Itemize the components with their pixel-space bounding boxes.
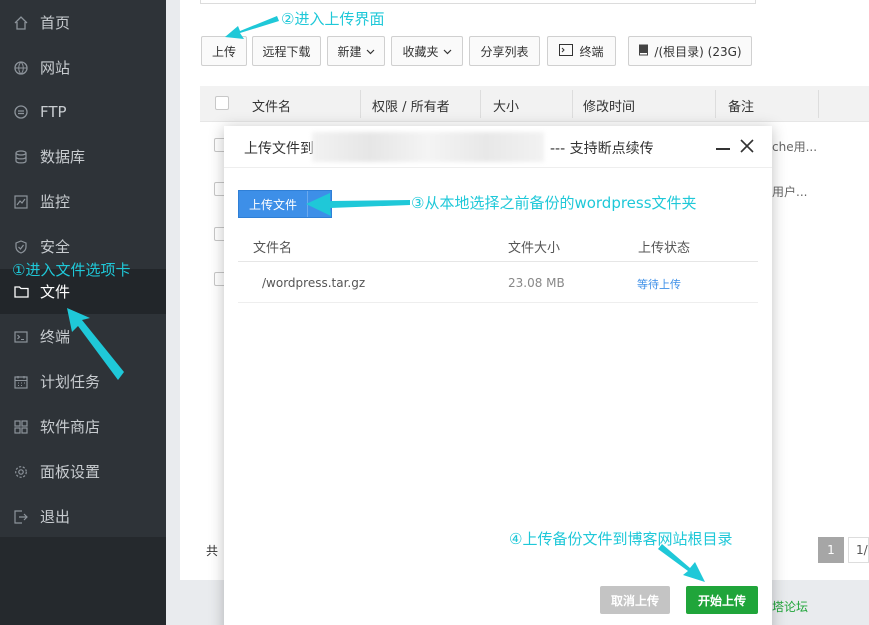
upload-table-header: 文件名 文件大小 上传状态 xyxy=(238,226,758,262)
blurred-path xyxy=(312,132,544,162)
minimize-icon[interactable] xyxy=(716,148,730,150)
favorites-button-label: 收藏夹 xyxy=(402,44,439,59)
upload-col-status: 上传状态 xyxy=(638,241,691,256)
sidebar-item-database[interactable]: 数据库 xyxy=(0,134,166,179)
pager-current[interactable]: 1 xyxy=(818,537,844,563)
sidebar-item-settings[interactable]: 面板设置 xyxy=(0,449,166,494)
share-list-button[interactable]: 分享列表 xyxy=(469,36,540,66)
favorites-button[interactable]: 收藏夹 xyxy=(391,36,463,66)
sidebar-item-label: 文件 xyxy=(40,283,71,301)
annotation-step-4: ④上传备份文件到博客网站根目录 xyxy=(509,530,733,548)
new-button[interactable]: 新建 xyxy=(327,36,385,66)
sidebar-item-label: 退出 xyxy=(40,508,71,526)
annotation-step-3: ③从本地选择之前备份的wordpress文件夹 xyxy=(411,194,697,212)
sidebar-item-label: 网站 xyxy=(40,59,71,77)
sidebar: 首页 网站 FTP 数据库 监控 安全 文件 终端 计划任务 软件商店 面板设置… xyxy=(0,0,166,625)
close-icon[interactable] xyxy=(738,136,756,156)
monitor-icon xyxy=(13,194,29,210)
row-note: 用户... xyxy=(772,185,808,199)
row-note: che用... xyxy=(772,140,818,154)
pager-next[interactable]: 1/ xyxy=(848,537,869,563)
select-all-checkbox[interactable] xyxy=(215,96,229,110)
terminal-button-label: 终端 xyxy=(579,44,604,59)
terminal-button[interactable]: 终端 xyxy=(547,36,616,66)
shield-icon xyxy=(13,239,29,255)
remote-download-button[interactable]: 远程下载 xyxy=(252,36,321,66)
sidebar-item-label: 监控 xyxy=(40,193,71,211)
col-size[interactable]: 大小 xyxy=(493,96,519,115)
dialog-title-suffix: --- 支持断点续传 xyxy=(550,141,654,157)
folder-icon xyxy=(13,284,29,300)
sidebar-item-label: 安全 xyxy=(40,238,71,256)
chevron-down-icon xyxy=(366,44,375,58)
disk-icon xyxy=(638,44,649,59)
sidebar-item-website[interactable]: 网站 xyxy=(0,45,166,90)
sidebar-item-label: 计划任务 xyxy=(40,373,101,391)
sidebar-item-cron[interactable]: 计划任务 xyxy=(0,359,166,404)
sidebar-item-home[interactable]: 首页 xyxy=(0,0,166,45)
upload-file-label: 上传文件 xyxy=(249,197,298,212)
home-icon xyxy=(13,15,29,31)
upload-file-row: /wordpress.tar.gz 23.08 MB 等待上传 xyxy=(238,263,758,303)
col-note[interactable]: 备注 xyxy=(728,96,754,115)
logout-icon xyxy=(13,509,29,525)
sidebar-footer-area xyxy=(0,537,166,625)
sidebar-item-label: 软件商店 xyxy=(40,418,101,436)
terminal-icon xyxy=(559,43,574,59)
grid-icon xyxy=(13,419,29,435)
globe-icon xyxy=(13,60,29,76)
upload-file-button[interactable]: 上传文件 xyxy=(238,190,332,218)
sidebar-item-store[interactable]: 软件商店 xyxy=(0,404,166,449)
dialog-title-prefix: 上传文件到 xyxy=(244,141,314,157)
sidebar-item-logout[interactable]: 退出 xyxy=(0,494,166,539)
database-icon xyxy=(13,149,29,165)
upload-col-name: 文件名 xyxy=(253,241,293,256)
sidebar-item-label: FTP xyxy=(40,102,67,121)
disk-root-button[interactable]: /(根目录) (23G) xyxy=(628,36,752,66)
total-count-label: 共 xyxy=(206,544,219,558)
sidebar-item-label: 面板设置 xyxy=(40,463,101,481)
col-permission[interactable]: 权限 / 所有者 xyxy=(372,96,450,115)
sidebar-item-label: 数据库 xyxy=(40,148,86,166)
upload-file-status: 等待上传 xyxy=(637,278,681,291)
path-bar[interactable] xyxy=(200,0,756,4)
upload-dialog-header: 上传文件到 --- 支持断点续传 xyxy=(224,126,772,168)
terminal-icon xyxy=(13,329,29,345)
sidebar-item-ftp[interactable]: FTP xyxy=(0,89,166,134)
caret-down-icon[interactable] xyxy=(307,191,331,217)
upload-file-name: /wordpress.tar.gz xyxy=(262,276,366,290)
ftp-icon xyxy=(13,104,29,120)
file-table-header: 文件名 权限 / 所有者 大小 修改时间 备注 xyxy=(200,86,869,122)
chevron-down-icon xyxy=(443,44,452,58)
sidebar-item-label: 首页 xyxy=(40,14,71,32)
cancel-upload-button[interactable]: 取消上传 xyxy=(600,586,670,614)
upload-col-size: 文件大小 xyxy=(508,241,561,256)
start-upload-button[interactable]: 开始上传 xyxy=(686,586,758,614)
annotation-step-2: ②进入上传界面 xyxy=(281,10,385,28)
sidebar-item-label: 终端 xyxy=(40,328,71,346)
disk-label: /(根目录) (23G) xyxy=(654,44,742,59)
calendar-icon xyxy=(13,374,29,390)
col-modified[interactable]: 修改时间 xyxy=(583,96,635,115)
sidebar-item-monitor[interactable]: 监控 xyxy=(0,179,166,224)
upload-file-size: 23.08 MB xyxy=(508,276,565,290)
col-filename[interactable]: 文件名 xyxy=(252,96,291,115)
annotation-step-1: ①进入文件选项卡 xyxy=(12,261,131,279)
new-button-label: 新建 xyxy=(337,44,362,59)
sidebar-item-terminal[interactable]: 终端 xyxy=(0,314,166,359)
upload-button[interactable]: 上传 xyxy=(201,36,247,66)
gear-icon xyxy=(13,464,29,480)
